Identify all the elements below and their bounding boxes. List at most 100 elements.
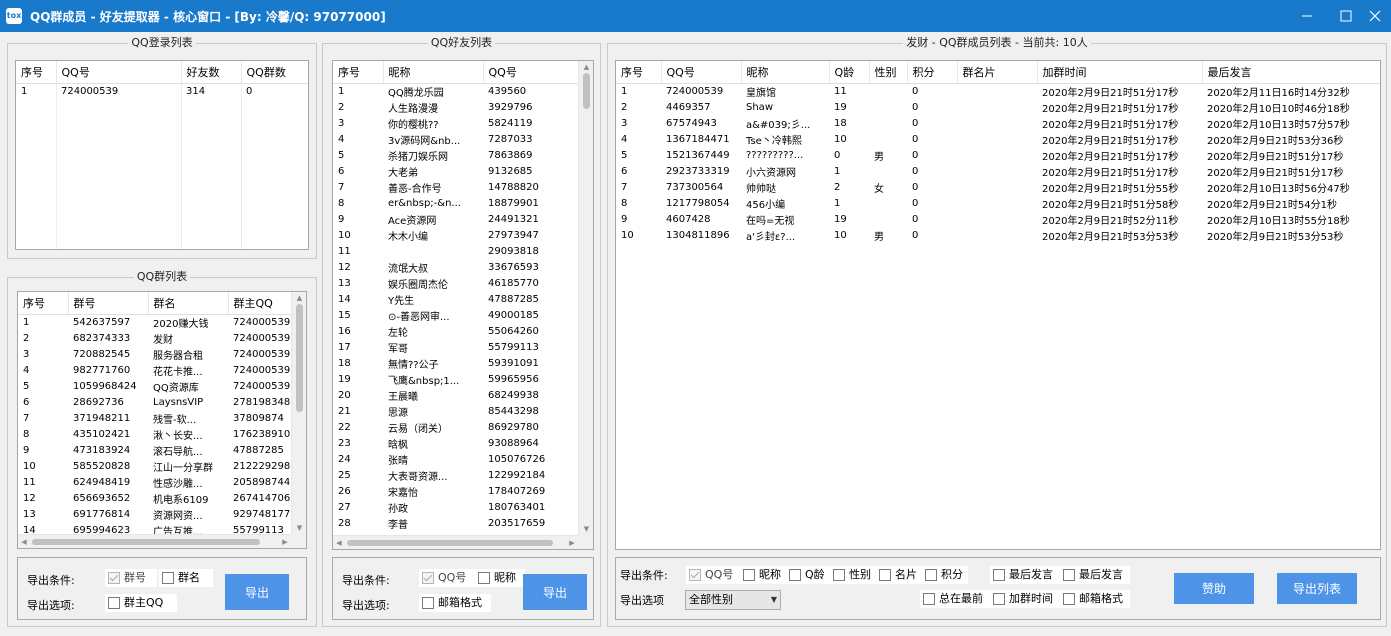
group-list-hscrollbar[interactable]: ◀ ▶ xyxy=(18,534,291,548)
member-col-qage[interactable]: Q龄 xyxy=(828,61,869,84)
scroll-up-icon[interactable]: ▲ xyxy=(292,292,306,304)
group-row[interactable]: 9 473183924 滚石导航... 47887285 xyxy=(18,442,293,458)
member-chk-nick[interactable]: 昵称 xyxy=(740,566,786,584)
friend-col-index[interactable]: 序号 xyxy=(333,61,383,84)
scroll-left-icon[interactable]: ◀ xyxy=(333,536,345,549)
member-chk-qage[interactable]: Q龄 xyxy=(786,566,830,584)
member-chk-qq[interactable]: QQ号 xyxy=(686,566,740,584)
member-chk-card[interactable]: 名片 xyxy=(876,566,922,584)
member-row[interactable]: 4 1367184471 Tse丶冷韩熙 10 0 2020年2月9日21时51分17秒 2… xyxy=(616,131,1380,147)
friend-row[interactable]: 14 Y先生 47887285 xyxy=(333,291,580,307)
group-list[interactable]: 序号 群号 群名 群主QQ 1 542637597 2020赚大钱 724000539… xyxy=(17,291,307,549)
scroll-up-icon[interactable]: ▲ xyxy=(579,61,593,73)
friend-list[interactable]: 序号 昵称 QQ号 1 QQ腾龙乐园 439560 2 人生路漫漫 3929796 3 你的樱… xyxy=(332,60,594,550)
member-row[interactable]: 1 724000539 皇旗馆 11 0 2020年2月9日21时51分17秒 2020年2… xyxy=(616,83,1380,99)
friend-row[interactable]: 24 张晴 105076726 xyxy=(333,451,580,467)
member-col-points[interactable]: 积分 xyxy=(906,61,957,84)
friend-row[interactable]: 8 er&nbsp;-&n... 18879901 xyxy=(333,195,580,211)
member-row[interactable]: 5 1521367449?????????... 0 男 0 2020年2月9日21时51… xyxy=(616,147,1380,163)
friend-row[interactable]: 22 云易（闭关） 86929780 xyxy=(333,419,580,435)
friend-export-button[interactable]: 导出 xyxy=(523,574,587,610)
group-col-name[interactable]: 群名 xyxy=(147,292,228,315)
group-list-vthumb[interactable] xyxy=(296,304,303,412)
member-col-index[interactable]: 序号 xyxy=(616,61,661,84)
group-chk-owner[interactable]: 群主QQ xyxy=(105,594,177,612)
scroll-down-icon[interactable]: ▼ xyxy=(579,523,593,535)
group-chk-name[interactable]: 群名 xyxy=(159,569,213,587)
member-col-jointime[interactable]: 加群时间 xyxy=(1036,61,1202,84)
donate-button[interactable]: 赞助 xyxy=(1174,573,1254,604)
friend-chk-mail[interactable]: 邮箱格式 xyxy=(419,594,491,612)
group-row[interactable]: 11 624948419 性感沙雕... 2058987446 xyxy=(18,474,293,490)
friend-chk-nick[interactable]: 昵称 xyxy=(475,569,525,587)
friend-row[interactable]: 25 大表哥资源... 122992184 xyxy=(333,467,580,483)
member-row[interactable]: 2 4469357 Shaw 19 0 2020年2月9日21时51分17秒 2020年2月… xyxy=(616,99,1380,115)
friend-col-nick[interactable]: 昵称 xyxy=(382,61,483,84)
friend-row[interactable]: 12 流氓大叔 33676593 xyxy=(333,259,580,275)
login-list[interactable]: 序号 QQ号 好友数 QQ群数 1 724000539 314 0 xyxy=(15,60,309,250)
gender-select[interactable]: 全部性别 ▼ xyxy=(685,590,781,610)
minimize-button[interactable] xyxy=(1292,4,1322,28)
member-chk-gender[interactable]: 性别 xyxy=(830,566,876,584)
member-list[interactable]: 序号 QQ号 昵称 Q龄 性别 积分 群名片 加群时间 最后发言 1 724000… xyxy=(615,60,1381,550)
group-col-number[interactable]: 群号 xyxy=(67,292,148,315)
scroll-right-icon[interactable]: ▶ xyxy=(279,535,291,548)
friend-list-vthumb[interactable] xyxy=(583,73,590,109)
friend-row[interactable]: 20 王晨曦 68249938 xyxy=(333,387,580,403)
group-list-hthumb[interactable] xyxy=(32,539,260,545)
scroll-down-icon[interactable]: ▼ xyxy=(292,522,306,534)
group-col-owner[interactable]: 群主QQ xyxy=(227,292,293,315)
group-row[interactable]: 5 1059968424 QQ资源库 724000539 xyxy=(18,378,293,394)
friend-row[interactable]: 23 晗枫 93088964 xyxy=(333,435,580,451)
scroll-left-icon[interactable]: ◀ xyxy=(18,535,30,548)
member-chk-points[interactable]: 积分 xyxy=(922,566,968,584)
member-row[interactable]: 9 4607428 在吗=无视 19 0 2020年2月9日21时52分11秒 2020年2… xyxy=(616,211,1380,227)
friend-row[interactable]: 27 孙政 180763401 xyxy=(333,499,580,515)
friend-row[interactable]: 18 無情??公子 59391091 xyxy=(333,355,580,371)
login-col-groups[interactable]: QQ群数 xyxy=(240,61,308,84)
member-row[interactable]: 6 2923733319 小六资源网 1 0 2020年2月9日21时51分17秒 2020… xyxy=(616,163,1380,179)
friend-row[interactable]: 5 杀猪刀娱乐网 7863869 xyxy=(333,147,580,163)
friend-row[interactable]: 13 娱乐圈周杰伦 46185770 xyxy=(333,275,580,291)
member-col-lastspeak[interactable]: 最后发言 xyxy=(1201,61,1380,84)
friend-chk-qq[interactable]: QQ号 xyxy=(419,569,475,587)
scroll-right-icon[interactable]: ▶ xyxy=(566,536,578,549)
friend-row[interactable]: 11 29093818 xyxy=(333,243,580,259)
maximize-button[interactable] xyxy=(1331,4,1361,28)
member-chk-lastspeak-1[interactable]: 最后发言 xyxy=(990,566,1060,584)
friend-row[interactable]: 28 李普 203517659 xyxy=(333,515,580,531)
member-row[interactable]: 10 1304811896 a'彡封ε?... 10 男 0 2020年2月9日21时53分… xyxy=(616,227,1380,243)
group-row[interactable]: 2 682374333 发财 724000539 xyxy=(18,330,293,346)
friend-row[interactable]: 10 木木小编 27973947 xyxy=(333,227,580,243)
friend-row[interactable]: 9 Ace资源网 24491321 xyxy=(333,211,580,227)
group-row[interactable]: 8 435102421 湫丶长安... 1762389109 xyxy=(18,426,293,442)
friend-row[interactable]: 16 左轮 55064260 xyxy=(333,323,580,339)
close-button[interactable] xyxy=(1360,4,1390,28)
group-row[interactable]: 4 982771760 花花卡推... 724000539 xyxy=(18,362,293,378)
friend-row[interactable]: 3 你的樱桃?? 5824119 xyxy=(333,115,580,131)
friend-list-hthumb[interactable] xyxy=(347,540,553,546)
login-col-friends[interactable]: 好友数 xyxy=(180,61,241,84)
member-col-gender[interactable]: 性别 xyxy=(868,61,907,84)
group-row[interactable]: 3 720882545 服务器合租 724000539 xyxy=(18,346,293,362)
friend-list-vscrollbar[interactable]: ▲ ▼ xyxy=(578,61,593,549)
member-chk-jointime[interactable]: 加群时间 xyxy=(990,590,1060,608)
member-row[interactable]: 7 737300564 帅帅哒 2 女 0 2020年2月9日21时51分55秒 2020年2… xyxy=(616,179,1380,195)
login-col-qq[interactable]: QQ号 xyxy=(55,61,181,84)
member-col-card[interactable]: 群名片 xyxy=(956,61,1037,84)
friend-row[interactable]: 26 宋嘉怡 178407269 xyxy=(333,483,580,499)
member-col-nick[interactable]: 昵称 xyxy=(740,61,829,84)
friend-row[interactable]: 21 思源 85443298 xyxy=(333,403,580,419)
group-col-index[interactable]: 序号 xyxy=(18,292,68,315)
group-row[interactable]: 7 371948211 残雪-软... 37809874 xyxy=(18,410,293,426)
member-chk-pintop[interactable]: 总在最前 xyxy=(920,590,990,608)
friend-row[interactable]: 4 3v源码网&nb... 7287033 xyxy=(333,131,580,147)
member-chk-mail[interactable]: 邮箱格式 xyxy=(1060,590,1130,608)
friend-row[interactable]: 6 大老弟 9132685 xyxy=(333,163,580,179)
friend-row[interactable]: 19 飞鹰&nbsp;1... 59965956 xyxy=(333,371,580,387)
friend-row[interactable]: 7 善恶-合作号 14788820 xyxy=(333,179,580,195)
friend-col-qq[interactable]: QQ号 xyxy=(482,61,580,84)
member-row[interactable]: 8 1217798054 456小编 1 0 2020年2月9日21时51分58秒 2020… xyxy=(616,195,1380,211)
group-row[interactable]: 13 691776814 资源网资... 929748177 xyxy=(18,506,293,522)
member-row[interactable]: 3 67574943 a&#039;彡... 18 0 2020年2月9日21时51分17… xyxy=(616,115,1380,131)
